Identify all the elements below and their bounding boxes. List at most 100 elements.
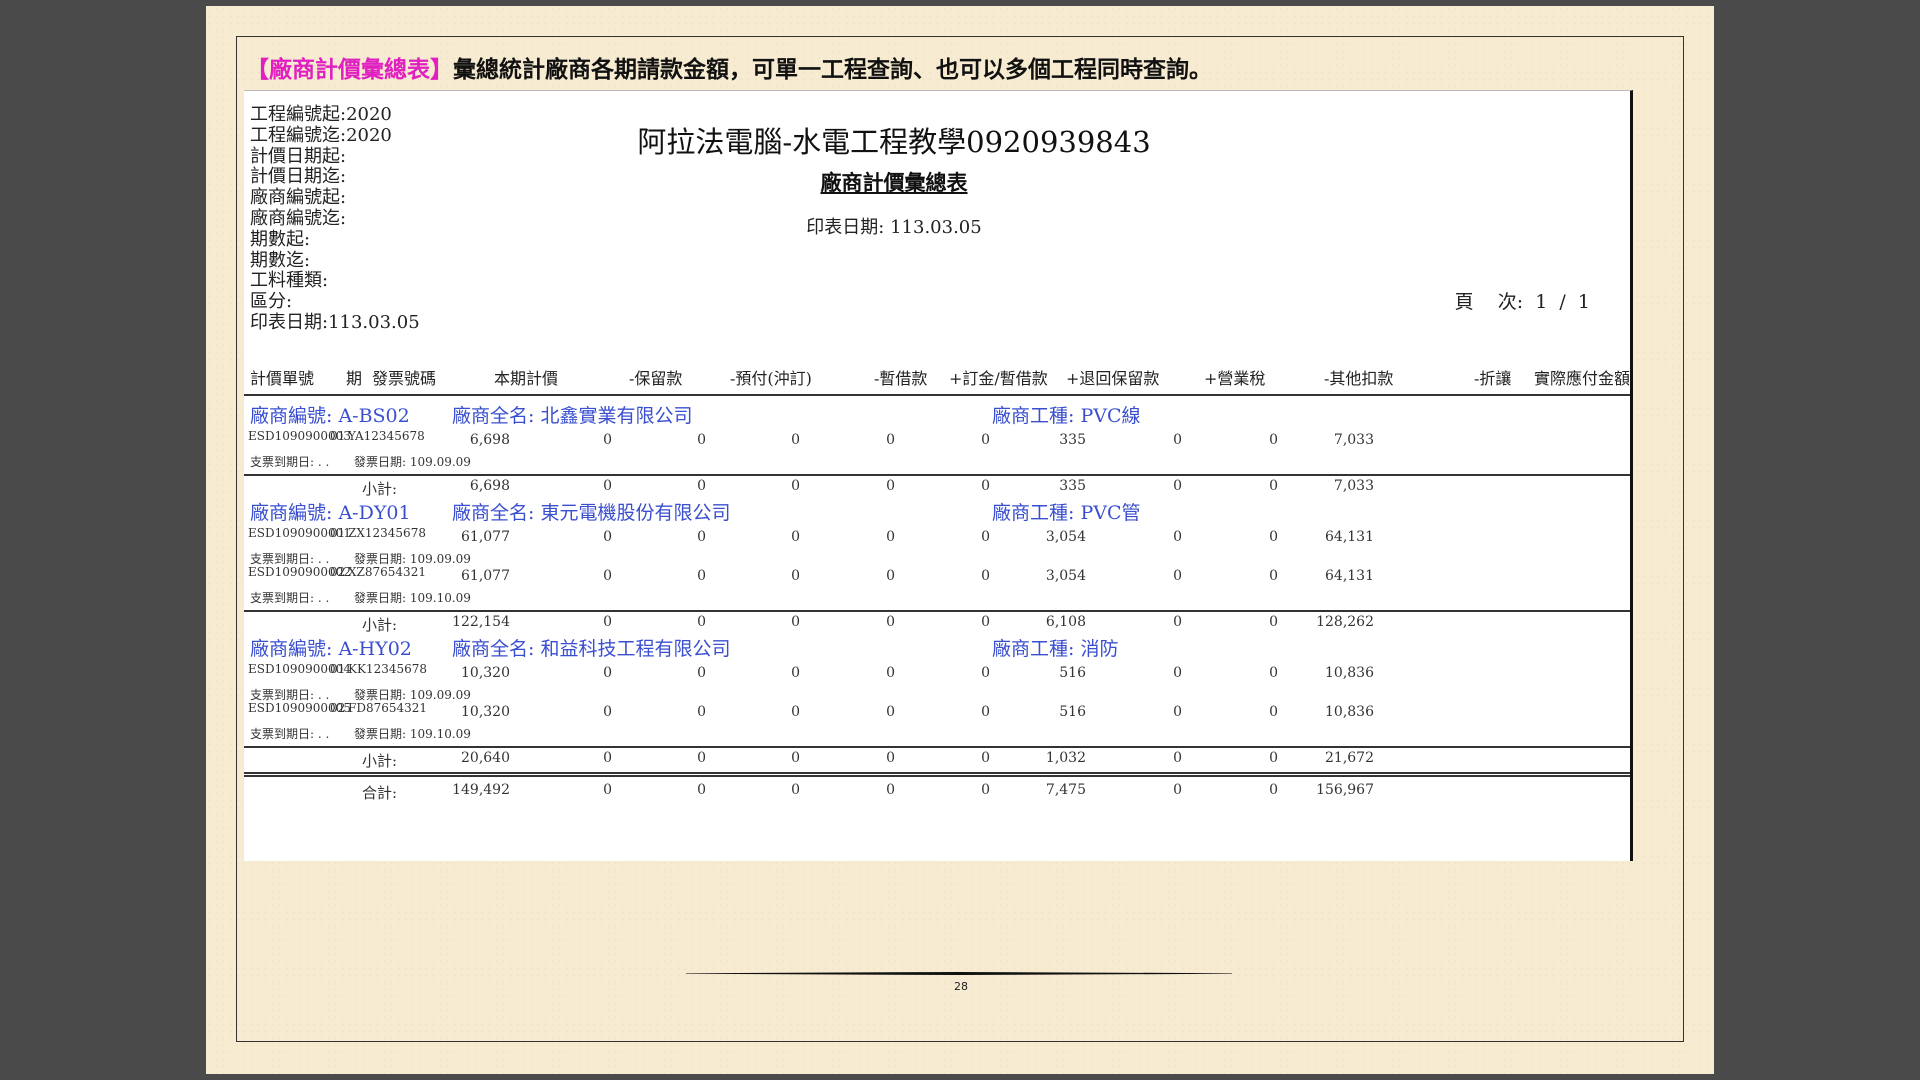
subtotal-rule [244,474,1630,476]
period: 01 [330,429,346,443]
period: 01 [330,526,346,540]
amount-cell: 10,320 [461,704,510,720]
heading-tag: 【廠商計價彙總表】 [246,57,453,83]
report-sheet: 工程編號起:2020 工程編號迄:2020 計價日期起: 計價日期迄: 廠商編號起: 廠商… [244,90,1633,861]
subtotal-cell: 0 [791,750,800,766]
total-cell: 149,492 [452,782,510,798]
total-cell: 0 [886,782,895,798]
column-header: +訂金/暫借款 [949,369,1048,388]
subtotal-cell: 0 [697,614,706,630]
subtotal-cell: 21,672 [1325,750,1374,766]
amount-cell: 0 [1173,432,1182,448]
amount-cell: 0 [697,704,706,720]
column-header: 發票號碼 [372,369,437,388]
column-header: -保留款 [629,369,683,388]
subtotal-cell: 0 [886,750,895,766]
total-cell: 0 [1173,782,1182,798]
subtotal-cell: 0 [1269,750,1278,766]
subtotal-cell: 0 [697,478,706,494]
slide-page: 【廠商計價彙總表】彙總統計廠商各期請款金額，可單一工程查詢、也可以多個工程同時查… [206,6,1714,1074]
amount-cell: 0 [697,665,706,681]
total-cell: 0 [791,782,800,798]
subtotal-cell: 0 [603,750,612,766]
subtotal-cell: 0 [981,478,990,494]
page-number: 28 [954,980,968,993]
amount-cell: 0 [981,568,990,584]
column-header: -其他扣款 [1324,369,1394,388]
subtotal-cell: 20,640 [461,750,510,766]
subtotal-cell: 128,262 [1316,614,1374,630]
amount-cell: 0 [981,665,990,681]
page-heading: 【廠商計價彙總表】彙總統計廠商各期請款金額，可單一工程查詢、也可以多個工程同時查… [246,50,1212,84]
subtotal-rule [244,610,1630,612]
amount-cell: 0 [603,432,612,448]
amount-cell: 0 [886,529,895,545]
amount-cell: 0 [1269,529,1278,545]
subtotal-cell: 0 [1269,614,1278,630]
amount-cell: 0 [1269,568,1278,584]
amount-cell: 61,077 [461,529,510,545]
amount-cell: 64,131 [1325,529,1374,545]
subtotal-cell: 6,108 [1045,614,1086,630]
filter-line: 工料種類: [250,270,329,292]
subtotal-label: 小計: [362,616,398,634]
vendor-name: 廠商全名: 和益科技工程有限公司 [452,638,731,660]
amount-cell: 0 [981,432,990,448]
amount-cell: 0 [1173,568,1182,584]
amount-cell: 516 [1059,704,1086,720]
amount-cell: 0 [1173,665,1182,681]
period: 02 [330,701,346,715]
amount-cell: 0 [1173,704,1182,720]
subtotal-cell: 0 [697,750,706,766]
header-underline [244,394,1630,396]
total-cell: 156,967 [1316,782,1374,798]
subtotal-cell: 0 [981,750,990,766]
vendor-code: 廠商編號: A-HY02 [250,638,412,660]
subtotal-cell: 0 [1173,750,1182,766]
amount-cell: 0 [886,704,895,720]
amount-cell: 0 [1269,704,1278,720]
amount-cell: 0 [791,529,800,545]
amount-cell: 0 [1269,432,1278,448]
subtotal-cell: 0 [1269,478,1278,494]
invoice-date: 發票日期: 109.10.09 [354,591,471,605]
column-header: 期 [346,369,363,388]
amount-cell: 3,054 [1045,568,1086,584]
column-header: -預付(沖訂) [730,369,812,388]
amount-cell: 0 [791,568,800,584]
vendor-name: 廠商全名: 東元電機股份有限公司 [452,502,731,524]
subtotal-cell: 0 [791,614,800,630]
amount-cell: 0 [791,665,800,681]
amount-cell: 0 [886,568,895,584]
report-page-info: 頁 次: 1 / 1 [1454,291,1590,313]
vendor-code: 廠商編號: A-BS02 [250,405,410,427]
heading-text: 彙總統計廠商各期請款金額，可單一工程查詢、也可以多個工程同時查詢。 [453,57,1212,83]
amount-cell: 0 [981,704,990,720]
amount-cell: 0 [886,432,895,448]
amount-cell: 0 [603,529,612,545]
total-rule-1 [244,772,1630,774]
subtotal-cell: 0 [791,478,800,494]
cheque-due-date: 支票到期日: . . [250,727,330,741]
vendor-trade: 廠商工種: 消防 [992,638,1119,660]
total-cell: 7,475 [1045,782,1086,798]
period: 02 [330,565,346,579]
amount-cell: 3,054 [1045,529,1086,545]
amount-cell: 0 [603,568,612,584]
amount-cell: 0 [697,568,706,584]
vendor-name: 廠商全名: 北鑫實業有限公司 [452,405,693,427]
amount-cell: 10,320 [461,665,510,681]
column-header: +營業稅 [1204,369,1266,388]
filter-line: 期數迄: [250,249,311,271]
subtotal-label: 小計: [362,480,398,498]
amount-cell: 0 [697,432,706,448]
vendor-trade: 廠商工種: PVC管 [992,502,1141,524]
amount-cell: 7,033 [1333,432,1374,448]
amount-cell: 0 [791,432,800,448]
total-label: 合計: [362,784,398,802]
column-header: 計價單號 [250,369,315,388]
amount-cell: 10,836 [1325,665,1374,681]
amount-cell: 0 [603,665,612,681]
invoice-date: 發票日期: 109.10.09 [354,727,471,741]
subtotal-cell: 0 [1173,614,1182,630]
